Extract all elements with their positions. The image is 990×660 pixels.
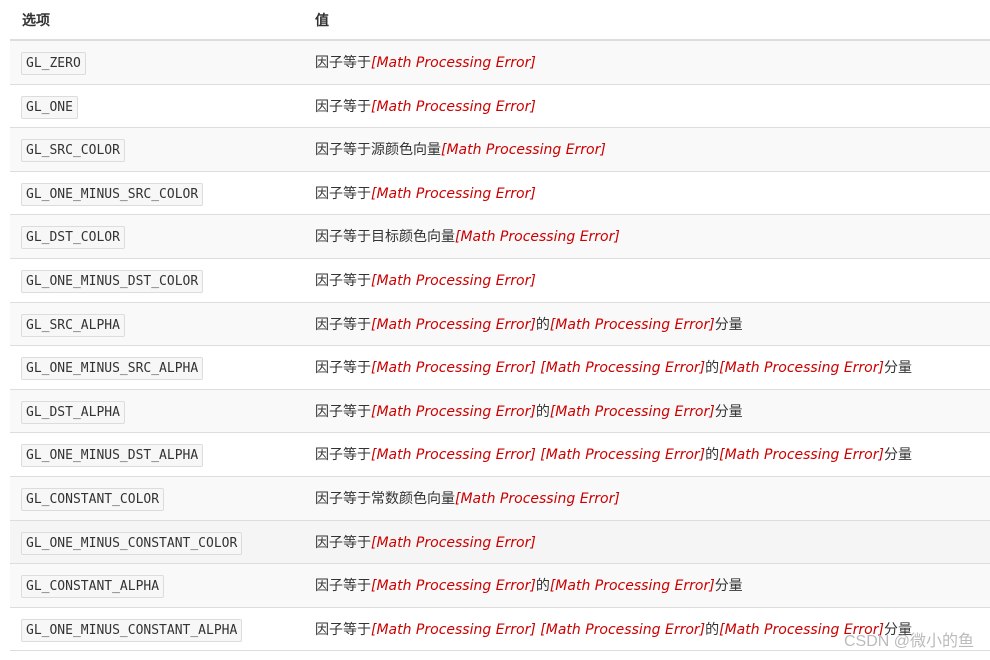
option-code: GL_ONE_MINUS_CONSTANT_ALPHA [21,618,243,642]
math-error-text: [Math Processing Error] [Math Processing… [371,447,706,464]
option-code: GL_ONE_MINUS_DST_ALPHA [21,444,204,468]
option-code: GL_DST_ALPHA [21,400,125,424]
value-text: 因子等于源颜色向量 [315,142,441,159]
table-row: GL_ONE_MINUS_SRC_ALPHA 因子等于[Math Processi… [10,346,990,390]
math-error-text: [Math Processing Error] [719,360,884,377]
value-text: 因子等于 [315,55,371,71]
option-code: GL_SRC_COLOR [21,139,125,163]
value-text: 分量 [714,578,743,595]
table-row: GL_DST_COLOR 因子等于目标颜色向量[Math Processing E… [10,215,990,259]
option-value: 因子等于[Math Processing Error] [315,97,536,117]
blend-factor-table: 选项 值 GL_ZERO 因子等于[Math Processing Error] G… [10,0,990,652]
math-error-text: [Math Processing Error] [455,490,620,507]
value-text: 因子等于 [315,403,371,420]
option-value: 因子等于[Math Processing Error] [Math Proces… [315,620,912,640]
table-row: GL_CONSTANT_COLOR 因子等于常数颜色向量[Math Process… [10,476,990,521]
option-value: 因子等于[Math Processing Error] [Math Proces… [315,445,912,465]
value-text: 分量 [714,316,743,333]
value-text: 因子等于 [315,534,371,551]
math-error-text: [Math Processing Error] [Math Processing… [371,621,706,638]
option-value: 因子等于[Math Processing Error]的[Math Proces… [315,402,743,422]
math-error-text: [Math Processing Error] [719,447,884,464]
math-error-text: [Math Processing Error] [441,142,606,159]
math-error-text: [Math Processing Error] [371,403,536,420]
value-text: 分量 [714,403,743,420]
table-row: GL_ONE_MINUS_CONSTANT_COLOR 因子等于[Math Pro… [10,520,990,565]
value-text: 的 [535,316,550,333]
option-value: 因子等于目标颜色向量[Math Processing Error] [315,227,620,247]
math-error-text: [Math Processing Error] [371,55,536,71]
table-header: 选项 值 [10,0,990,41]
csdn-watermark: CSDN @微小的鱼 [843,633,974,650]
value-text: 分量 [883,447,912,464]
option-code: GL_ZERO [21,52,86,75]
option-value: 因子等于[Math Processing Error] [315,53,536,73]
value-text: 因子等于 [315,621,371,638]
math-error-text: [Math Processing Error] [371,578,536,595]
value-text: 因子等于 [315,360,371,377]
table-row: GL_ZERO 因子等于[Math Processing Error] [10,41,990,85]
value-text: 的 [705,621,720,638]
header-value: 值 [315,13,329,29]
value-text: 因子等于 [315,98,371,115]
math-error-text: [Math Processing Error] [549,578,715,595]
option-code: GL_ONE [21,95,78,119]
option-code: GL_CONSTANT_ALPHA [21,575,165,599]
value-text: 因子等于 [315,272,371,289]
table-row: GL_ONE 因子等于[Math Processing Error] [10,84,990,129]
value-text: 的 [535,403,550,420]
table-row: GL_SRC_ALPHA 因子等于[Math Processing Error]的… [10,302,990,347]
math-error-text: [Math Processing Error] [371,272,536,289]
value-text: 分量 [883,360,912,377]
option-value: 因子等于源颜色向量[Math Processing Error] [315,140,606,160]
value-text: 的 [705,360,720,377]
math-error-text: [Math Processing Error] [371,534,536,551]
math-error-text: [Math Processing Error] [549,403,715,420]
option-code: GL_SRC_ALPHA [21,313,125,337]
option-value: 因子等于常数颜色向量[Math Processing Error] [315,489,620,509]
table-row: GL_CONSTANT_ALPHA 因子等于[Math Processing Er… [10,564,990,608]
option-code: GL_CONSTANT_COLOR [21,487,165,511]
header-option: 选项 [22,13,50,29]
value-text: 因子等于 [315,578,371,595]
option-code: GL_ONE_MINUS_SRC_ALPHA [21,357,204,381]
table-row: GL_ONE_MINUS_SRC_COLOR 因子等于[Math Processi… [10,171,990,216]
math-error-text: [Math Processing Error] [371,185,536,202]
option-value: 因子等于[Math Processing Error] [315,533,536,553]
math-error-text: [Math Processing Error] [455,229,620,246]
option-code: GL_ONE_MINUS_CONSTANT_COLOR [21,531,243,555]
table-row: GL_SRC_COLOR 因子等于源颜色向量[Math Processing Er… [10,128,990,172]
option-code: GL_DST_COLOR [21,226,125,250]
math-error-text: [Math Processing Error] [Math Processing… [371,360,706,377]
option-value: 因子等于[Math Processing Error]的[Math Proces… [315,576,743,596]
value-text: 的 [535,578,550,595]
math-error-text: [Math Processing Error] [371,98,536,115]
value-text: 因子等于 [315,447,371,464]
value-text: 因子等于 [315,185,371,202]
table-row: GL_ONE_MINUS_DST_ALPHA 因子等于[Math Processi… [10,433,990,477]
math-error-text: [Math Processing Error] [549,316,715,333]
option-value: 因子等于[Math Processing Error] [Math Proces… [315,358,912,378]
value-text: 的 [705,447,720,464]
table-body: GL_ZERO 因子等于[Math Processing Error] GL_ONE… [10,41,990,652]
math-error-text: [Math Processing Error] [371,316,536,333]
option-value: 因子等于[Math Processing Error]的[Math Proces… [315,315,743,335]
table-row: GL_ONE_MINUS_DST_COLOR 因子等于[Math Processi… [10,258,990,303]
table-row: GL_DST_ALPHA 因子等于[Math Processing Error]的… [10,389,990,434]
option-value: 因子等于[Math Processing Error] [315,271,536,291]
value-text: 因子等于目标颜色向量 [315,229,455,246]
value-text: 因子等于 [315,316,371,333]
option-value: 因子等于[Math Processing Error] [315,184,536,204]
option-code: GL_ONE_MINUS_DST_COLOR [21,269,204,293]
option-code: GL_ONE_MINUS_SRC_COLOR [21,182,204,206]
value-text: 因子等于常数颜色向量 [315,490,455,507]
